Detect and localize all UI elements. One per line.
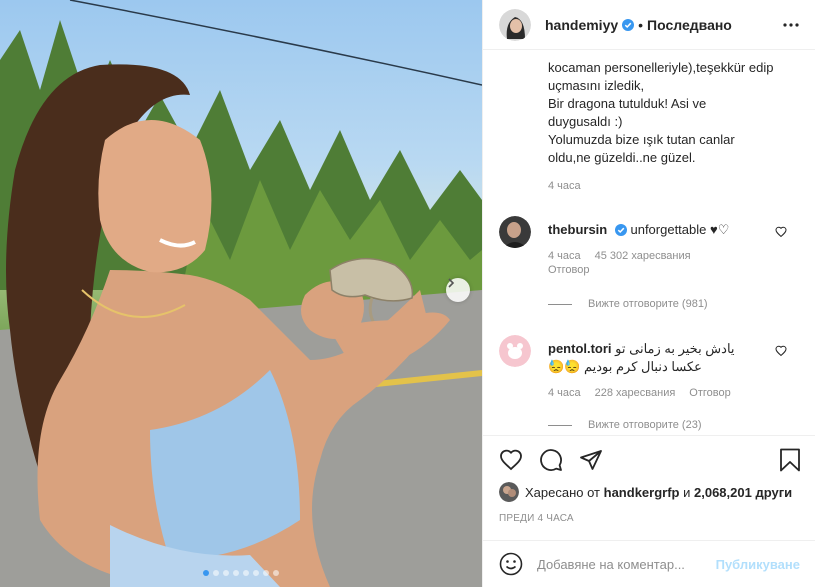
comment-likes[interactable]: 228 харесвания bbox=[595, 387, 676, 399]
author-avatar[interactable] bbox=[499, 8, 531, 41]
emoji-icon[interactable] bbox=[499, 552, 523, 576]
caption-line: kocaman personelleriyle),teşekkür edip bbox=[548, 60, 774, 75]
view-replies-label: Вижте отговорите (981) bbox=[588, 298, 708, 310]
liker-username[interactable]: handkergrfp bbox=[604, 485, 680, 500]
post-actions-bar bbox=[483, 435, 815, 483]
comment-time[interactable]: 4 часа bbox=[548, 387, 581, 399]
carousel-dot bbox=[233, 570, 239, 576]
comment-body-line: یادش بخیر به زمانی تو bbox=[615, 341, 735, 356]
carousel-dot bbox=[263, 570, 269, 576]
carousel-indicator bbox=[0, 570, 482, 576]
post-header: handemiyy • Последвано bbox=[483, 0, 815, 50]
view-replies-button[interactable]: Вижте отговорите (23) bbox=[548, 419, 701, 431]
comment-heart-icon[interactable] bbox=[775, 226, 787, 238]
carousel-dot bbox=[243, 570, 249, 576]
comment-text: pentol.tori یادش بخیر به زمانی تو عکسا د… bbox=[548, 340, 768, 376]
carousel-dot bbox=[213, 570, 219, 576]
replies-divider bbox=[548, 424, 572, 426]
comments-section[interactable]: kocaman personelleriyle),teşekkür edip u… bbox=[483, 51, 815, 435]
publish-button[interactable]: Публикуване bbox=[716, 557, 800, 572]
likes-conjunction: и bbox=[683, 484, 691, 500]
carousel-dot bbox=[223, 570, 229, 576]
share-icon[interactable] bbox=[579, 448, 603, 472]
replies-divider bbox=[548, 303, 572, 305]
photo-illustration bbox=[0, 0, 482, 587]
separator-dot: • bbox=[638, 16, 644, 33]
comment-icon[interactable] bbox=[539, 448, 563, 472]
comment-time[interactable]: 4 часа bbox=[548, 250, 581, 262]
post-caption: kocaman personelleriyle),teşekkür edip u… bbox=[548, 59, 793, 167]
comment-input[interactable] bbox=[537, 556, 707, 572]
comment-heart-icon[interactable] bbox=[775, 345, 787, 357]
caption-line: duygusaldı :) bbox=[548, 114, 623, 129]
view-replies-button[interactable]: Вижте отговорите (981) bbox=[548, 298, 708, 310]
reply-button[interactable]: Отговор bbox=[548, 264, 589, 276]
likes-count[interactable]: 2,068,201 bbox=[694, 485, 752, 500]
comment-meta: 4 часа 45 302 харесвания bbox=[548, 250, 705, 262]
view-replies-label: Вижте отговорите (23) bbox=[588, 419, 702, 431]
chevron-right-icon bbox=[448, 278, 455, 288]
carousel-dot bbox=[273, 570, 279, 576]
commenter-username[interactable]: thebursin bbox=[548, 222, 607, 237]
comment-body-line: عکسا دنبال کرم بودیم 😓😓 bbox=[548, 359, 702, 374]
caption-line: oldu,ne güzeldi..ne güzel. bbox=[548, 150, 696, 165]
reply-button[interactable]: Отговор bbox=[689, 387, 730, 399]
liker-avatar[interactable] bbox=[499, 482, 519, 502]
follow-status-button[interactable]: Последвано bbox=[647, 17, 732, 33]
caption-line: Bir dragona tutulduk! Asi ve bbox=[548, 96, 707, 111]
likes-prefix: Харесано от bbox=[525, 484, 601, 500]
next-slide-button[interactable] bbox=[446, 278, 470, 302]
comment-likes[interactable]: 45 302 харесвания bbox=[595, 250, 691, 262]
caption-timestamp[interactable]: 4 часа bbox=[548, 180, 581, 192]
caption-line: Yolumuzda bize ışık tutan canlar bbox=[548, 132, 735, 147]
carousel-dot bbox=[253, 570, 259, 576]
bookmark-icon[interactable] bbox=[779, 448, 801, 472]
post-side-panel: handemiyy • Последвано kocaman personell… bbox=[482, 0, 815, 587]
post-photo[interactable] bbox=[0, 0, 482, 587]
comment-text: thebursin unforgettable ♥♡ bbox=[548, 221, 768, 239]
post-timestamp[interactable]: ПРЕДИ 4 ЧАСА bbox=[499, 513, 574, 524]
comment-meta: 4 часа 228 харесвания Отговор bbox=[548, 387, 745, 399]
likes-others[interactable]: други bbox=[755, 485, 792, 500]
carousel-dot bbox=[203, 570, 209, 576]
commenter-avatar[interactable] bbox=[499, 335, 531, 367]
commenter-avatar[interactable] bbox=[499, 216, 531, 248]
likes-summary: Харесано от handkergrfp и 2,068,201 друг… bbox=[499, 482, 792, 502]
author-username[interactable]: handemiyy bbox=[545, 17, 618, 33]
caption-line: uçmasını izledik, bbox=[548, 78, 645, 93]
add-comment-bar: Публикуване bbox=[483, 540, 815, 587]
verified-badge-icon bbox=[614, 224, 627, 236]
heart-icon[interactable] bbox=[499, 448, 523, 472]
verified-badge-icon bbox=[622, 18, 635, 31]
commenter-username[interactable]: pentol.tori bbox=[548, 341, 612, 356]
more-options-icon[interactable] bbox=[783, 22, 799, 27]
comment-body: unforgettable ♥♡ bbox=[630, 222, 730, 237]
